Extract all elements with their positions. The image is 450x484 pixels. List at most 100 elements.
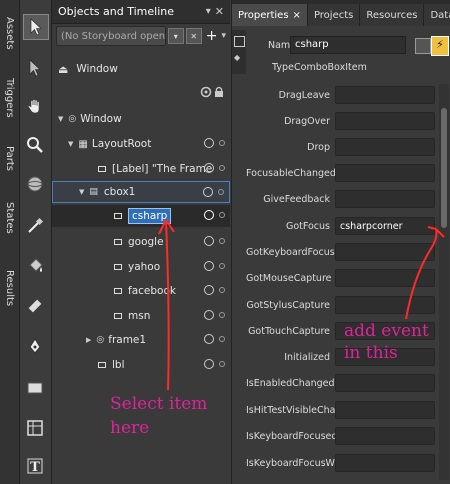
tree-item-csharp[interactable]: csharp bbox=[52, 205, 230, 227]
grid-icon: ▦ bbox=[78, 138, 88, 150]
name-field[interactable]: csharp bbox=[290, 36, 406, 54]
lock-toggle-icon[interactable] bbox=[219, 165, 225, 171]
tab-projects[interactable]: Projects bbox=[307, 4, 361, 26]
tree-item-cbox1[interactable]: ▼ ▤ cbox1 bbox=[52, 181, 230, 203]
pen-tool-icon[interactable] bbox=[23, 334, 47, 358]
tree-item-label[interactable]: [Label] "The Frame bbox=[52, 158, 230, 180]
left-tab-strip: Assets Triggers Parts States Results bbox=[0, 0, 20, 484]
eye-icon[interactable] bbox=[204, 285, 214, 295]
storyboard-menu-icon[interactable]: ▾ bbox=[221, 31, 226, 41]
eye-icon[interactable] bbox=[204, 163, 214, 173]
event-handler-field[interactable] bbox=[335, 164, 435, 182]
properties-side-icons: ◆ bbox=[232, 30, 246, 74]
event-row: Drop bbox=[246, 136, 438, 158]
objects-panel-header: Objects and Timeline ▾ ✕ bbox=[52, 0, 230, 24]
camera-orbit-tool-icon[interactable] bbox=[23, 172, 47, 196]
event-handler-field[interactable] bbox=[335, 374, 435, 392]
tab-properties[interactable]: Properties × bbox=[232, 4, 308, 26]
selection-tool-icon[interactable] bbox=[23, 14, 49, 40]
storyboard-options-icon[interactable]: ▾ bbox=[167, 28, 184, 44]
properties-view-icon[interactable] bbox=[415, 38, 431, 54]
tree-item-window[interactable]: ▼ ◎ Window bbox=[52, 108, 230, 130]
tab-results[interactable]: Results bbox=[0, 258, 19, 318]
eye-icon[interactable] bbox=[204, 261, 214, 271]
event-row: DragLeave bbox=[246, 84, 438, 106]
tab-resources[interactable]: Resources bbox=[360, 4, 425, 26]
new-storyboard-icon[interactable]: + bbox=[206, 28, 218, 44]
text-tool-icon[interactable]: T bbox=[23, 454, 47, 478]
event-handler-field[interactable] bbox=[335, 190, 435, 208]
events-icon[interactable]: ◆ bbox=[234, 53, 244, 62]
add-event-annotation: add event in this bbox=[344, 321, 429, 363]
tree-item-yahoo[interactable]: yahoo bbox=[52, 256, 230, 278]
event-row: GiveFeedback bbox=[246, 188, 438, 210]
event-handler-field[interactable] bbox=[335, 454, 435, 472]
pin-icon[interactable]: ▾ bbox=[206, 6, 211, 17]
lock-all-icon[interactable] bbox=[214, 86, 224, 101]
comboboxitem-icon bbox=[114, 313, 122, 319]
eraser-pencil-tool-icon[interactable] bbox=[23, 294, 47, 318]
event-handler-field[interactable] bbox=[335, 112, 435, 130]
close-icon[interactable]: × bbox=[293, 10, 301, 21]
event-row: IsEnabledChanged bbox=[246, 372, 438, 394]
lock-toggle-icon[interactable] bbox=[219, 238, 225, 244]
svg-text:T: T bbox=[30, 460, 40, 475]
events-lightning-icon[interactable]: ⚡ bbox=[431, 36, 449, 56]
eye-icon[interactable] bbox=[203, 187, 213, 197]
comboboxitem-icon bbox=[114, 288, 122, 294]
tab-states[interactable]: States bbox=[0, 192, 19, 244]
eye-icon[interactable] bbox=[204, 310, 214, 320]
event-row: DragOver bbox=[246, 110, 438, 132]
tab-parts[interactable]: Parts bbox=[0, 136, 19, 180]
rectangle-tool-icon[interactable] bbox=[23, 376, 47, 400]
tree-item-msn[interactable]: msn bbox=[52, 305, 230, 327]
tab-data[interactable]: Data bbox=[424, 4, 450, 26]
direct-selection-tool-icon[interactable] bbox=[23, 56, 47, 80]
event-row: IsHitTestVisibleChang... bbox=[246, 399, 438, 421]
eye-icon[interactable] bbox=[204, 359, 214, 369]
scope-label: Window bbox=[76, 63, 118, 75]
tree-item-lbl[interactable]: lbl bbox=[52, 354, 230, 376]
scope-up-icon[interactable]: ⏏ bbox=[58, 63, 68, 76]
lock-toggle-icon[interactable] bbox=[219, 287, 225, 293]
tree-item-frame1[interactable]: ▶ ◎ frame1 bbox=[52, 329, 230, 351]
eye-icon[interactable] bbox=[204, 210, 214, 220]
type-value: ComboBoxItem bbox=[294, 62, 367, 73]
paint-bucket-tool-icon[interactable] bbox=[23, 254, 47, 278]
eye-icon[interactable] bbox=[204, 334, 214, 344]
tree-item-layoutroot[interactable]: ▼ ▦ LayoutRoot bbox=[52, 133, 230, 155]
tree-item-facebook[interactable]: facebook bbox=[52, 280, 230, 302]
lock-toggle-icon[interactable] bbox=[219, 140, 225, 146]
lock-toggle-icon[interactable] bbox=[218, 189, 224, 195]
zoom-tool-icon[interactable] bbox=[23, 133, 47, 157]
event-handler-field[interactable] bbox=[335, 427, 435, 445]
event-row: IsKeyboardFocusedC... bbox=[246, 425, 438, 447]
event-handler-field[interactable] bbox=[335, 401, 435, 419]
tree-item-google[interactable]: google bbox=[52, 231, 230, 253]
visibility-all-icon[interactable] bbox=[200, 86, 212, 101]
tab-assets[interactable]: Assets bbox=[0, 4, 19, 62]
lock-toggle-icon[interactable] bbox=[219, 336, 225, 342]
eye-icon[interactable] bbox=[204, 138, 214, 148]
close-icon[interactable]: ✕ bbox=[215, 5, 224, 18]
tab-triggers[interactable]: Triggers bbox=[0, 66, 19, 130]
lock-toggle-icon[interactable] bbox=[219, 312, 225, 318]
scope-row[interactable]: ⏏ Window bbox=[52, 58, 230, 80]
event-handler-field[interactable] bbox=[335, 86, 435, 104]
lock-toggle-icon[interactable] bbox=[219, 263, 225, 269]
select-arrow-icon bbox=[158, 219, 175, 391]
objects-panel-title: Objects and Timeline bbox=[58, 5, 175, 18]
lock-toggle-icon[interactable] bbox=[219, 212, 225, 218]
comboboxitem-icon bbox=[114, 213, 122, 219]
lock-toggle-icon[interactable] bbox=[219, 361, 225, 367]
frame-icon: ◎ bbox=[96, 335, 105, 345]
grid-layout-tool-icon[interactable] bbox=[23, 416, 47, 440]
eyedropper-tool-icon[interactable] bbox=[23, 214, 47, 238]
storyboard-picker[interactable]: (No Storyboard open) bbox=[56, 26, 166, 46]
close-storyboard-icon[interactable]: ✕ bbox=[185, 28, 202, 44]
scrollbar-thumb[interactable] bbox=[441, 108, 447, 228]
add-event-arrow-icon bbox=[405, 226, 445, 320]
eye-icon[interactable] bbox=[204, 236, 214, 246]
pan-tool-icon[interactable] bbox=[23, 94, 47, 118]
event-handler-field[interactable] bbox=[335, 138, 435, 156]
